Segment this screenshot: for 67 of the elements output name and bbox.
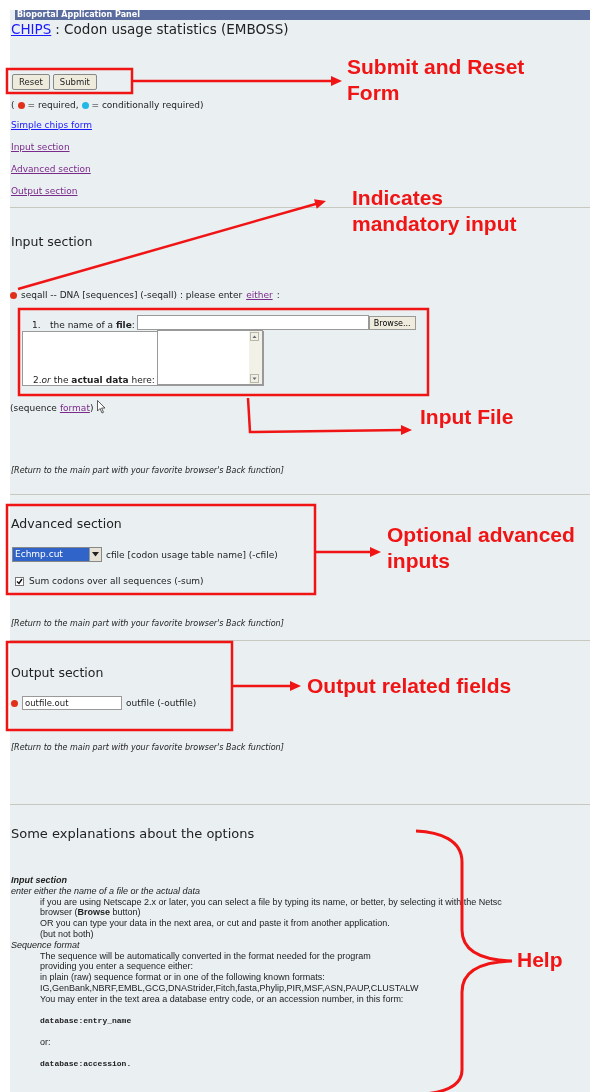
- legend-text: = conditionally required): [91, 100, 204, 110]
- help-heading: Some explanations about the options: [10, 826, 256, 841]
- help-text: providing you enter a sequence either:: [39, 961, 194, 973]
- help-topic: Sequence format: [10, 939, 80, 951]
- select-label: cfile [codon usage table name] (-cfile): [106, 549, 278, 560]
- file-field[interactable]: [136, 315, 369, 330]
- parameter-text: seqall -- DNA [sequences] (-seqall) : please enter: [21, 290, 243, 300]
- annotation-label: Help: [517, 947, 563, 973]
- chips-link[interactable]: CHIPS: [11, 21, 52, 37]
- help-text: if you are using Netscape 2.x or later, you can select a file by typing its name, or better, by selecting it with the Netsc: [39, 896, 502, 908]
- checkbox-label: Sum codons over all sequences (-sum): [29, 576, 204, 586]
- section-heading: Output section: [10, 665, 105, 680]
- browse-button[interactable]: Browse...: [368, 316, 416, 330]
- annotation-label: Optional advanced inputs: [387, 522, 575, 574]
- option-label: or the actual data here:: [41, 375, 155, 385]
- outfile-label: outfile (-outfile): [126, 698, 197, 708]
- legend-paren: (: [11, 100, 15, 110]
- section-heading: Input section: [10, 234, 94, 249]
- help-text: (but not both): [39, 929, 94, 940]
- list-number: 1.: [31, 320, 42, 330]
- required-dot-icon: [17, 101, 25, 109]
- return-note: [Return to the main part with your favorite browser's Back function]: [10, 466, 285, 475]
- data-textarea[interactable]: [156, 330, 263, 385]
- help-text: or:: [39, 1037, 51, 1049]
- code-sample: database:accession.: [39, 1059, 132, 1070]
- title-bar: Bioportal Application Panel: [15, 10, 590, 20]
- help-text: IG,GenBank,NBRF,EMBL,GCG,DNAStrider,Fitch,fasta,Phylip,PIR,MSF,ASN,PAUP,CLUSTALW: [39, 982, 419, 994]
- either-link[interactable]: either: [246, 290, 273, 300]
- scroll-down-icon[interactable]: [250, 374, 259, 383]
- list-number: 2.: [32, 375, 42, 385]
- section-link[interactable]: Input section: [11, 142, 70, 152]
- page-title: : Codon usage statistics (EMBOSS): [55, 21, 289, 37]
- colon-text: :: [276, 290, 280, 300]
- outfile-field[interactable]: outfile.out: [22, 696, 122, 710]
- annotation-label: Indicates mandatory input: [352, 185, 517, 237]
- help-text: browser (Browse button): [39, 907, 141, 919]
- section-link[interactable]: Advanced section: [11, 164, 91, 174]
- submit-button[interactable]: Submit: [52, 74, 97, 90]
- section-heading: Advanced section: [10, 516, 123, 531]
- section-link[interactable]: Simple chips form: [11, 120, 92, 130]
- scroll-up-icon[interactable]: [250, 332, 259, 341]
- annotation-arrow: [232, 681, 301, 691]
- code-sample: database:entry_name: [39, 1015, 132, 1027]
- help-text: The sequence will be automatically converted in the format needed for the program: [39, 950, 371, 962]
- annotation-label: Input File: [420, 404, 514, 430]
- annotation-label: Submit and Reset Form: [347, 54, 525, 106]
- format-note-text: (sequence: [10, 403, 57, 413]
- help-text: You may enter in the text area a database entry code, or an accession number, in this form:: [39, 993, 404, 1005]
- section-link[interactable]: Output section: [11, 186, 78, 196]
- legend-text: = required,: [27, 100, 79, 110]
- help-text: in plain (raw) sequence format or in one of the following known formats:: [39, 972, 325, 983]
- help-text: OR you can type your data in the next area, or cut and paste it from another application.: [39, 918, 390, 929]
- return-note: [Return to the main part with your favorite browser's Back function]: [10, 743, 285, 752]
- help-section-title: Input section: [10, 875, 67, 886]
- caret-icon: [92, 552, 99, 557]
- pointer-icon: [97, 400, 106, 414]
- sum-checkbox[interactable]: [15, 576, 24, 586]
- return-note: [Return to the main part with your favorite browser's Back function]: [10, 619, 285, 628]
- reset-button[interactable]: Reset: [12, 74, 50, 90]
- annotation-arrow: [315, 547, 381, 557]
- format-note-text: ): [89, 403, 94, 413]
- codon-table-select[interactable]: Echmp.cut: [12, 547, 102, 562]
- option-label: the name of a file:: [50, 320, 135, 330]
- help-topic: enter either the name of a file or the actual data: [10, 885, 201, 897]
- format-link[interactable]: format: [59, 403, 90, 413]
- conditional-dot-icon: [81, 101, 89, 109]
- annotation-label: Output related fields: [307, 673, 512, 699]
